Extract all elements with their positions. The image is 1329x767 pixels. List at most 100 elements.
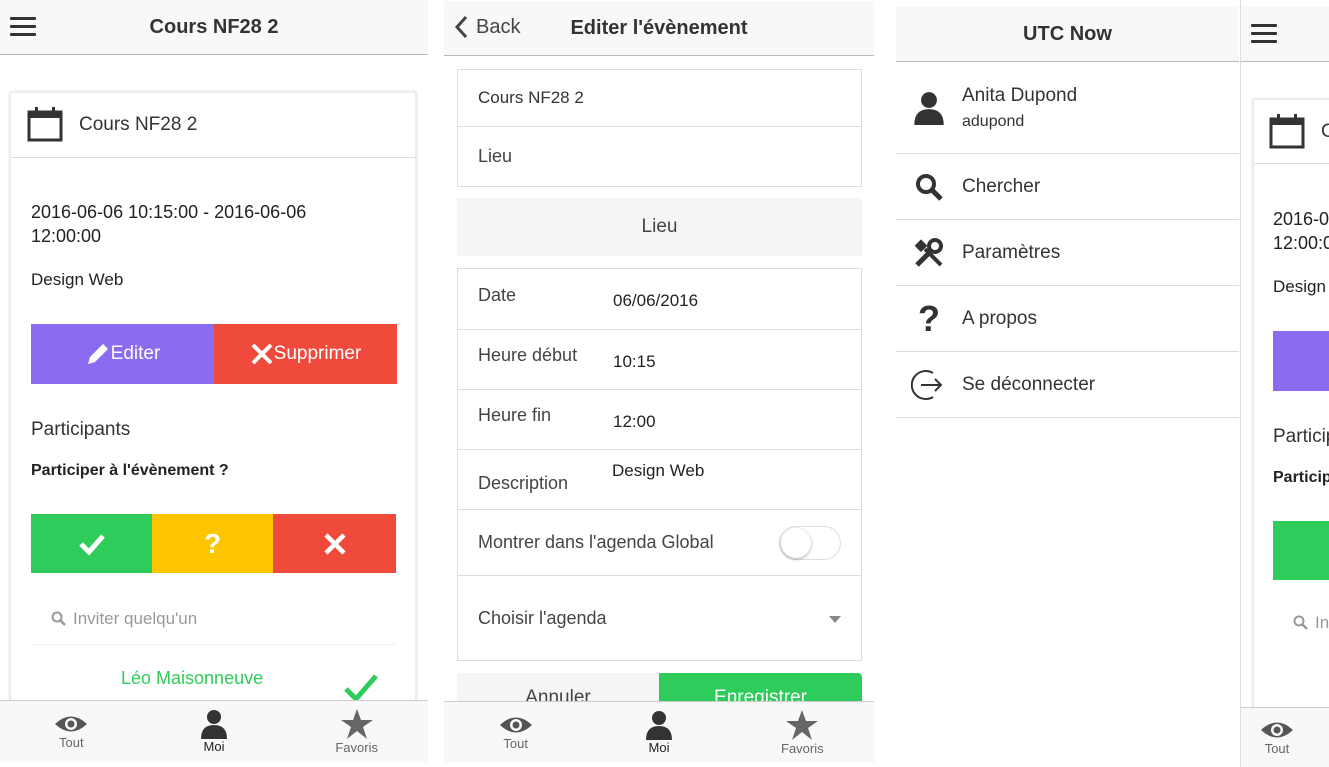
event-datetime-start: 2016-06-06 (1273, 209, 1329, 229)
title-location-group: Cours NF28 2 Lieu (457, 69, 862, 187)
edit-label: Editer (110, 343, 161, 364)
event-detail-screen: Cours NF28 2 Cours NF28 2 2016-06-06 10:… (0, 0, 428, 767)
pencil-icon (87, 344, 108, 364)
tab-all-label: Tout (1264, 741, 1290, 756)
title-input[interactable]: Cours NF28 2 (458, 70, 861, 127)
card-title: Cours NF28 2 (1321, 121, 1329, 143)
date-label: Date (478, 284, 517, 305)
decline-button[interactable] (273, 514, 396, 573)
tab-all[interactable]: Tout (0, 701, 143, 762)
eye-icon (499, 717, 532, 733)
menu-item-search[interactable]: Chercher (896, 154, 1239, 220)
participants-heading: Participants (1273, 426, 1329, 447)
check-icon (78, 533, 105, 556)
card-title: Cours NF28 2 (79, 114, 198, 135)
agenda-select[interactable]: Choisir l'agenda (458, 575, 861, 661)
question-icon: ? (203, 527, 222, 559)
start-time-value: 10:15 (613, 351, 656, 371)
event-detail-screen-partial: Cours NF28 2 2016-06-06 12:00:00 Design … (1240, 0, 1329, 767)
tab-all-label: Tout (59, 735, 84, 750)
global-agenda-row: Montrer dans l'agenda Global (458, 509, 861, 575)
user-name: Anita Dupond (962, 84, 1078, 106)
invite-input[interactable]: Inviter (1293, 613, 1329, 633)
edit-button[interactable] (1273, 331, 1329, 391)
location-input[interactable]: Lieu (458, 127, 861, 186)
tab-me[interactable]: Moi (143, 701, 286, 762)
end-time-row[interactable]: Heure fin 12:00 (458, 389, 861, 449)
logout-icon (896, 367, 962, 403)
search-icon (896, 172, 962, 202)
participant-check-icon (344, 674, 378, 703)
calendar-icon (1269, 113, 1305, 148)
question-icon: ? (918, 297, 940, 339)
chevron-left-icon (454, 15, 468, 39)
delete-label: Supprimer (273, 343, 362, 364)
maybe-button[interactable]: ? (152, 514, 273, 573)
edit-event-screen: Back Editer l'évènement Cours NF28 2 Lie… (444, 0, 874, 767)
end-time-label: Heure fin (478, 405, 552, 425)
menu-item-label: Chercher (962, 175, 1041, 197)
accept-button[interactable] (1273, 521, 1329, 580)
participate-question: Participer (1273, 469, 1329, 486)
side-menu: UTC Now Anita Dupond adupond Chercher Pa… (896, 0, 1239, 767)
tab-all[interactable]: Tout (1241, 708, 1313, 767)
back-button[interactable]: Back (454, 15, 520, 39)
event-description: Design Web (31, 270, 124, 289)
end-time-value: 12:00 (613, 411, 656, 431)
person-icon (201, 710, 227, 739)
caret-down-icon (829, 616, 841, 623)
menu-item-label: Se déconnecter (962, 373, 1096, 395)
start-time-row[interactable]: Heure début 10:15 (458, 329, 861, 389)
event-datetime-start: 2016-06-06 10:15:00 - 2016-06-06 (31, 202, 307, 222)
menu-item-label: Paramètres (962, 241, 1061, 263)
tab-all-label: Tout (503, 736, 528, 751)
date-row[interactable]: Date 06/06/2016 (458, 269, 861, 329)
star-icon (786, 710, 819, 740)
delete-button[interactable]: Supprimer (214, 324, 397, 384)
header-bar: Back Editer l'évènement (444, 1, 874, 56)
event-card: Cours NF28 2 2016-06-06 12:00:00 Design … (1253, 99, 1329, 709)
tab-favorites-label: Favoris (335, 740, 378, 755)
menu-icon[interactable] (1251, 24, 1277, 44)
card-header: Cours NF28 2 (11, 93, 415, 158)
start-time-label: Heure début (478, 345, 578, 365)
event-card: Cours NF28 2 2016-06-06 10:15:00 - 2016-… (10, 92, 416, 712)
invite-placeholder: Inviter quelqu'un (73, 608, 198, 628)
user-profile[interactable]: Anita Dupond adupond (896, 62, 1239, 154)
header-bar (1241, 7, 1329, 62)
person-icon (645, 711, 672, 740)
global-agenda-label: Montrer dans l'agenda Global (478, 532, 714, 552)
menu-item-about[interactable]: ? A propos (896, 286, 1239, 352)
page-title: Cours NF28 2 (149, 15, 279, 38)
event-datetime-end: 12:00:00 (1273, 233, 1329, 253)
menu-icon[interactable] (10, 17, 36, 37)
participant-name: Léo Maisonneuve (121, 668, 264, 688)
tab-favorites[interactable]: Favoris (731, 702, 874, 763)
edit-button[interactable]: Editer (31, 324, 214, 384)
toggle-knob (781, 528, 811, 558)
eye-icon (1261, 722, 1293, 738)
bottom-tab-bar: Tout Moi Favoris (444, 701, 874, 763)
description-row[interactable]: Description Design Web (458, 449, 861, 509)
tab-all[interactable]: Tout (444, 702, 587, 763)
star-icon (340, 709, 373, 739)
tab-favorites[interactable]: Favoris (285, 701, 428, 762)
event-description: Design (1273, 277, 1326, 296)
user-icon (896, 91, 962, 125)
close-icon (251, 343, 273, 365)
details-form: Date 06/06/2016 Heure début 10:15 Heure … (457, 268, 862, 661)
tab-me[interactable]: Moi (587, 702, 730, 763)
event-datetime-end: 12:00:00 (31, 226, 102, 246)
global-agenda-toggle[interactable] (779, 526, 841, 560)
agenda-select-label: Choisir l'agenda (478, 608, 607, 628)
tab-favorites-label: Favoris (781, 741, 824, 756)
accept-button[interactable] (31, 514, 152, 573)
bottom-tab-bar: Tout (1241, 707, 1329, 767)
menu-item-settings[interactable]: Paramètres (896, 220, 1239, 286)
participate-question: Participer à l'évènement ? (31, 462, 229, 479)
location-button[interactable]: Lieu (457, 198, 862, 256)
card-header: Cours NF28 2 (1254, 100, 1329, 164)
close-icon (323, 532, 346, 555)
menu-item-logout[interactable]: Se déconnecter (896, 352, 1239, 418)
invite-input[interactable]: Inviter quelqu'un (31, 593, 396, 645)
